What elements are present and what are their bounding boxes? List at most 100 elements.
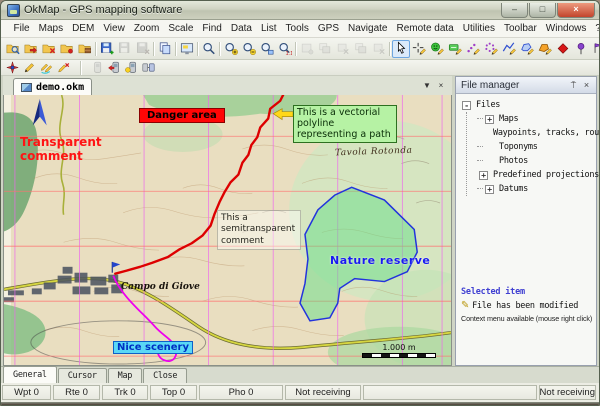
gps-download-button[interactable]	[123, 60, 140, 75]
pin-icon[interactable]: ⍑	[567, 79, 580, 92]
import-file-button[interactable]	[22, 40, 40, 58]
menu-item[interactable]: Remote data	[392, 22, 458, 35]
menu-item[interactable]: Toolbar	[499, 22, 541, 35]
menu-item[interactable]: View	[99, 22, 130, 35]
draw-area-button[interactable]	[536, 40, 554, 58]
save-copy-button[interactable]	[134, 40, 152, 58]
menu-item[interactable]: ?	[591, 22, 600, 35]
menu-item[interactable]: Windows	[541, 22, 591, 35]
tree-item-label[interactable]: Toponyms	[499, 142, 538, 152]
gps-connect-button[interactable]	[89, 60, 106, 75]
danger-area-label[interactable]: Danger area	[139, 108, 225, 123]
edit-single-button[interactable]	[21, 60, 38, 75]
draw-position-button[interactable]	[410, 40, 428, 58]
menu-item[interactable]: List	[256, 22, 281, 35]
menu-item[interactable]: Find	[198, 22, 226, 35]
tree-item[interactable]: Waypoints, tracks, routes	[477, 126, 596, 140]
minimize-button[interactable]: –	[501, 3, 528, 18]
menu-item[interactable]: Data	[226, 22, 256, 35]
draw-label-button[interactable]	[446, 40, 464, 58]
draw-route-button[interactable]	[482, 40, 500, 58]
panel-close-icon[interactable]: ×	[580, 79, 593, 92]
tab-cursor[interactable]: Cursor	[58, 368, 107, 383]
gps-realtime-button[interactable]	[140, 60, 157, 75]
tree-item-label[interactable]: Predefined projections	[493, 170, 599, 180]
draw-point-button[interactable]	[554, 40, 572, 58]
save-as-button[interactable]	[116, 40, 134, 58]
calibrate-map-button[interactable]	[4, 60, 21, 75]
menu-item[interactable]: GPS	[313, 22, 343, 35]
tree-expander-icon[interactable]: +	[485, 115, 494, 124]
transparent-comment-label[interactable]: Transparent comment	[20, 136, 112, 164]
tree-expander-icon[interactable]: +	[485, 185, 494, 194]
menu-item[interactable]: DEM	[68, 22, 99, 35]
polyline-tooltip[interactable]: This is a vectorial polyline representin…	[293, 105, 397, 143]
find-button[interactable]	[200, 40, 218, 58]
tree-item[interactable]: + Datums	[477, 182, 596, 196]
zoom-out-button[interactable]	[240, 40, 258, 58]
tree-item[interactable]: Photos	[477, 154, 596, 168]
tab-map[interactable]: Map	[108, 368, 142, 383]
select-tool-button[interactable]	[392, 40, 410, 58]
document-tab-demo[interactable]: demo.okm	[13, 78, 92, 95]
tree-item-label[interactable]: Waypoints, tracks, routes	[493, 128, 600, 138]
tree-item-label[interactable]: Datums	[499, 184, 528, 194]
draw-polyline-button[interactable]	[500, 40, 518, 58]
maximize-button[interactable]: □	[529, 3, 556, 18]
draw-polygon-button[interactable]	[518, 40, 536, 58]
merge-file-button[interactable]	[40, 40, 58, 58]
save-button[interactable]	[98, 40, 116, 58]
tree-item[interactable]: + Predefined projections	[477, 168, 596, 182]
menu-item[interactable]: Maps	[34, 22, 67, 35]
tree-item[interactable]: + Maps	[477, 112, 596, 126]
preview-button[interactable]	[178, 40, 196, 58]
toolbar-icon	[430, 41, 444, 56]
tree-item-label[interactable]: Files	[476, 100, 500, 110]
ungroup-object-button[interactable]	[370, 40, 388, 58]
tree-item-label[interactable]: Photos	[499, 156, 528, 166]
copy-button[interactable]	[156, 40, 174, 58]
tree-expander-icon[interactable]: +	[479, 171, 488, 180]
tree-expander-icon[interactable]: -	[462, 101, 471, 110]
menu-item[interactable]: Utilities	[458, 22, 499, 35]
open-project-button[interactable]	[76, 40, 94, 58]
draw-pin-button[interactable]	[572, 40, 590, 58]
menu-item[interactable]: Zoom	[129, 22, 164, 35]
nature-reserve-label[interactable]: Nature reserve	[330, 254, 430, 267]
zoom-in-button[interactable]	[222, 40, 240, 58]
draw-track-button[interactable]	[464, 40, 482, 58]
menu-item[interactable]: Scale	[164, 22, 198, 35]
close-button[interactable]: ×	[557, 3, 595, 18]
nice-scenery-label[interactable]: Nice scenery	[113, 341, 193, 354]
draw-flag-button[interactable]	[590, 40, 600, 58]
open-map-button[interactable]	[4, 40, 22, 58]
cut-object-button[interactable]	[334, 40, 352, 58]
copy-object-button[interactable]	[316, 40, 334, 58]
tree-item-files[interactable]: - Files	[462, 98, 596, 112]
tab-list-dropdown-icon[interactable]: ▼	[420, 79, 434, 92]
tab-general[interactable]: General	[3, 366, 57, 383]
map-canvas[interactable]: Danger area Transparent comment This is …	[3, 95, 452, 366]
menu-item[interactable]: Tools	[281, 22, 313, 35]
tree-item[interactable]: Toponyms	[477, 140, 596, 154]
gps-upload-button[interactable]	[106, 60, 123, 75]
group-object-button[interactable]	[352, 40, 370, 58]
toolbar-icon	[91, 61, 104, 74]
edit-multi-button[interactable]	[38, 60, 55, 75]
document-close-icon[interactable]: ×	[434, 79, 448, 92]
window-frame-bottom	[1, 402, 599, 405]
menu-item[interactable]: File	[9, 22, 34, 35]
draw-waypoint-button[interactable]	[428, 40, 446, 58]
delete-drawing-button[interactable]	[55, 60, 72, 75]
tree-item-label[interactable]: Maps	[499, 114, 518, 124]
menu-item[interactable]: Navigate	[344, 22, 392, 35]
tab-close[interactable]: Close	[143, 368, 187, 383]
toolbar-icon	[502, 41, 516, 56]
semitransparent-comment-label[interactable]: This a semitransparent comment	[217, 210, 301, 250]
recent-file-button[interactable]	[58, 40, 76, 58]
context-menu-hint: Context menu available (mouse right clic…	[461, 314, 592, 323]
zoom-window-button[interactable]	[258, 40, 276, 58]
paste-object-button[interactable]	[298, 40, 316, 58]
bottom-tab-strip: General Cursor Map Close	[1, 366, 599, 383]
zoom-original-button[interactable]	[276, 40, 294, 58]
